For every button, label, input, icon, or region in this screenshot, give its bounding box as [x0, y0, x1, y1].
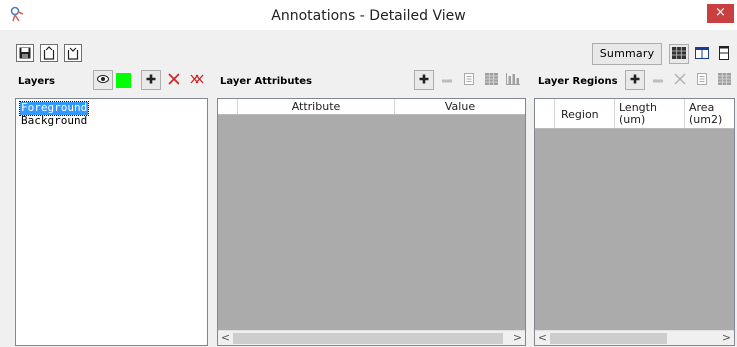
attribute-notes-button[interactable] — [459, 70, 479, 90]
remove-attribute-button[interactable] — [437, 70, 457, 90]
regions-grid-header: Region Length (um) Area (um2) — [535, 99, 734, 129]
split-horizontal-button[interactable] — [692, 44, 712, 64]
title-bar: Annotations - Detailed View × — [0, 0, 737, 30]
column-header-length-text: Length (um) — [619, 102, 657, 126]
plus-icon — [146, 74, 156, 87]
bar-chart-icon — [506, 72, 520, 88]
scroll-left-arrow[interactable]: < — [218, 331, 233, 346]
scroll-right-arrow[interactable]: > — [510, 331, 525, 346]
toggle-visibility-button[interactable] — [93, 70, 113, 90]
save-icon — [19, 47, 31, 59]
add-attribute-button[interactable] — [414, 70, 434, 90]
layer-item-background[interactable]: Background — [20, 115, 88, 128]
column-header-area-line2: (um2) — [689, 113, 723, 126]
import-icon — [67, 46, 79, 60]
document-icon — [464, 72, 474, 88]
attributes-grid[interactable]: Attribute Value < > — [217, 98, 526, 346]
delete-icon — [674, 73, 686, 88]
export-icon — [43, 46, 55, 60]
eye-icon — [97, 74, 109, 86]
column-header-area-text: Area (um2) — [689, 102, 722, 126]
window-title: Annotations - Detailed View — [271, 8, 466, 24]
layer-attributes-label: Layer Attributes — [220, 76, 312, 87]
delete-region-button[interactable] — [670, 70, 690, 90]
regions-horizontal-scrollbar[interactable]: < > — [535, 330, 734, 345]
column-header-length-line2: (um) — [619, 113, 646, 126]
column-header-region[interactable]: Region — [555, 99, 615, 128]
delete-layer-button[interactable] — [164, 70, 184, 90]
add-layer-button[interactable] — [141, 70, 161, 90]
delete-all-layers-button[interactable] — [187, 70, 207, 90]
layers-label: Layers — [18, 76, 55, 87]
layer-color-swatch[interactable] — [116, 73, 131, 88]
scroll-thumb[interactable] — [550, 333, 667, 344]
regions-grid[interactable]: Region Length (um) Area (um2) < > — [534, 98, 735, 346]
column-header-attribute[interactable]: Attribute — [238, 99, 395, 114]
region-table-button[interactable] — [714, 70, 734, 90]
summary-button[interactable]: Summary — [592, 43, 662, 65]
region-notes-button[interactable] — [692, 70, 712, 90]
layers-list[interactable]: Foreground Background — [15, 98, 208, 346]
delete-icon — [168, 72, 180, 88]
scroll-left-arrow[interactable]: < — [535, 331, 550, 346]
scroll-right-arrow[interactable]: > — [719, 331, 734, 346]
delete-all-icon — [190, 74, 204, 87]
attributes-grid-header: Attribute Value — [218, 99, 525, 115]
save-button[interactable] — [16, 44, 34, 62]
plus-icon — [630, 74, 640, 87]
split-vertical-button[interactable] — [714, 44, 734, 64]
grid-icon — [672, 46, 686, 62]
table-icon — [717, 72, 731, 88]
attribute-chart-button[interactable] — [503, 70, 523, 90]
split-vertical-icon — [719, 45, 729, 63]
layer-regions-label: Layer Regions — [538, 76, 618, 87]
export-button[interactable] — [40, 44, 58, 62]
table-icon — [484, 72, 498, 88]
row-header-corner — [218, 99, 238, 114]
minus-icon — [653, 74, 663, 86]
column-header-area[interactable]: Area (um2) — [685, 99, 734, 128]
document-icon — [697, 72, 707, 88]
add-region-button[interactable] — [625, 70, 645, 90]
import-button[interactable] — [64, 44, 82, 62]
split-horizontal-icon — [695, 46, 709, 62]
column-header-value[interactable]: Value — [395, 99, 525, 114]
column-header-region-text: Region — [561, 108, 599, 121]
grid-view-button[interactable] — [669, 44, 689, 64]
remove-region-button[interactable] — [648, 70, 668, 90]
attribute-table-button[interactable] — [481, 70, 501, 90]
column-header-length[interactable]: Length (um) — [615, 99, 685, 128]
close-button[interactable]: × — [707, 4, 734, 23]
minus-icon — [442, 74, 452, 86]
row-header-corner — [535, 99, 555, 128]
attributes-horizontal-scrollbar[interactable]: < > — [218, 330, 525, 345]
scroll-thumb[interactable] — [233, 333, 503, 344]
plus-icon — [419, 74, 429, 87]
